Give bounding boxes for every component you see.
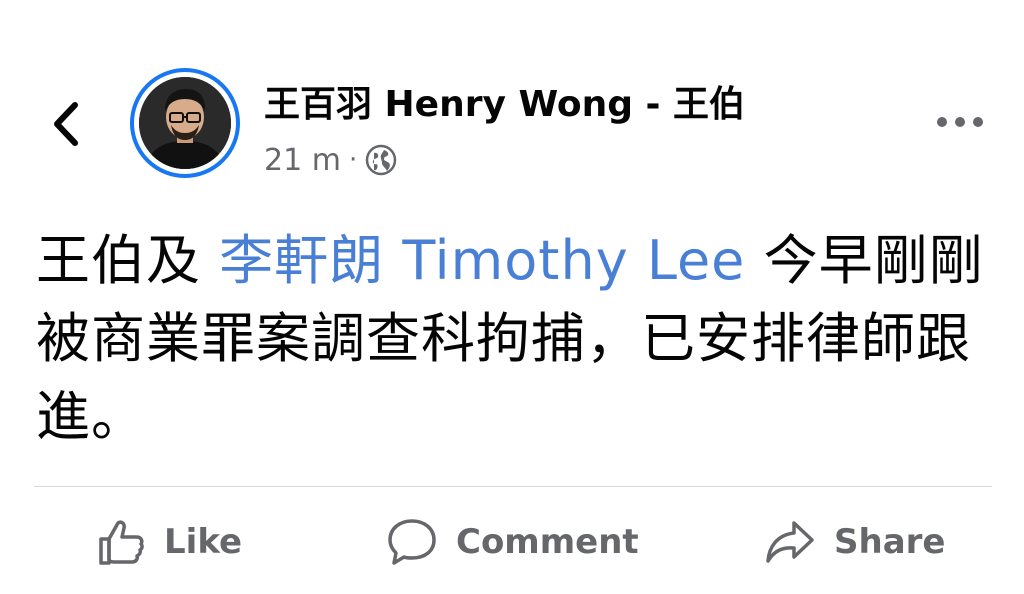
post-text-start: 王伯及 [36,229,220,292]
share-label: Share [834,522,946,562]
mention-link[interactable]: 李軒朗 Timothy Lee [219,229,745,292]
back-button[interactable] [40,94,92,154]
comment-label: Comment [456,522,639,562]
chevron-left-icon [54,102,78,146]
meta-separator: · [348,145,358,175]
post-meta: 21 m · [264,138,397,182]
like-button[interactable]: Like [96,500,242,584]
share-button[interactable]: Share [764,500,945,584]
share-arrow-icon [766,521,814,563]
post-text: 王伯及 李軒朗 Timothy Lee 今早剛剛被商業罪案調查科拘捕，已安排律師… [36,222,986,456]
thumbs-up-icon [99,520,144,565]
actions-divider [34,486,992,487]
more-options-button[interactable] [930,104,990,140]
avatar-image [139,77,231,169]
like-label: Like [164,522,243,562]
action-bar: Like Comment Share [0,500,1024,584]
timestamp[interactable]: 21 m [264,143,341,178]
author-name[interactable]: 王百羽 Henry Wong - 王伯 [264,80,745,130]
more-horizontal-icon [937,117,983,127]
globe-icon[interactable] [365,144,397,176]
avatar[interactable] [130,68,240,178]
comment-icon [388,519,436,565]
comment-button[interactable]: Comment [386,500,639,584]
post-view: 王百羽 Henry Wong - 王伯 21 m · 王伯及 李軒朗 Timot… [0,0,1024,594]
